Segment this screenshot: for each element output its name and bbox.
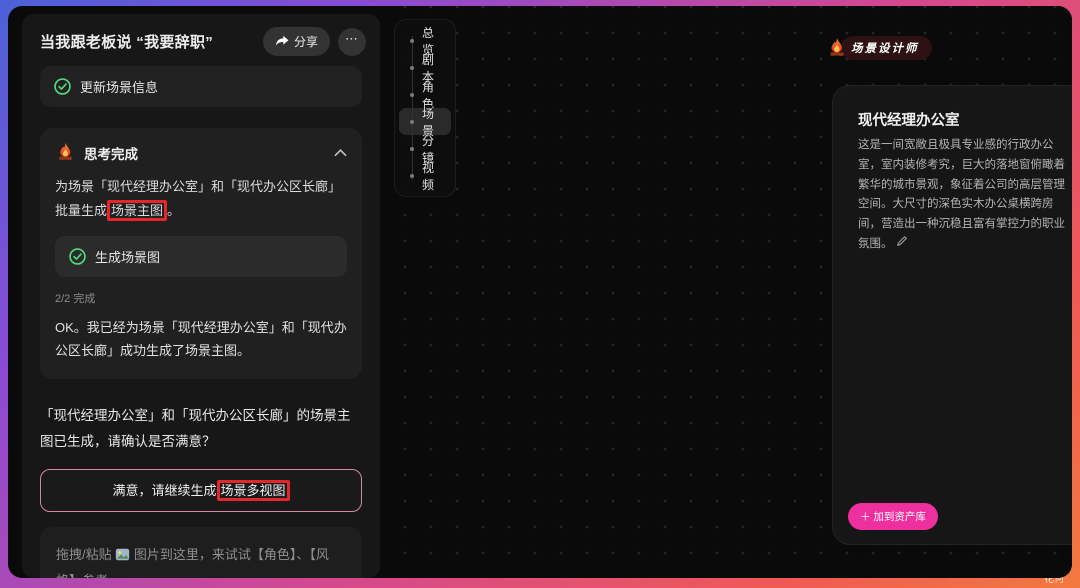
thinking-body: 为场景「现代经理办公室」和「现代办公区长廊」批量生成场景主图。 bbox=[55, 175, 347, 223]
section-nav: 总览 剧本 角色 场景 分镜 视频 bbox=[394, 19, 456, 197]
annotation-box-main: 场景主图 bbox=[107, 200, 167, 221]
check-circle-icon bbox=[69, 248, 86, 265]
chevron-up-icon[interactable] bbox=[334, 148, 347, 157]
thinking-card: 思考完成 为场景「现代经理办公室」和「现代办公区长廊」批量生成场景主图。 生成场… bbox=[40, 128, 362, 379]
thinking-header: 思考完成 bbox=[55, 142, 347, 163]
chat-title: 当我跟老板说 “我要辞职” bbox=[40, 31, 263, 52]
assistant-question: 「现代经理办公室」和「现代办公区长廊」的场景主图已生成，请确认是否满意？ bbox=[40, 403, 362, 456]
nav-dot bbox=[410, 147, 414, 151]
status-label: 更新场景信息 bbox=[80, 77, 158, 96]
nav-item-video[interactable]: 视频 bbox=[399, 162, 451, 189]
check-circle-icon bbox=[54, 78, 71, 95]
agent-badge: 场景设计师 bbox=[826, 36, 932, 60]
task-item[interactable]: 生成场景图 bbox=[55, 236, 347, 277]
scene-description: 这是一间宽敞且极具专业感的行政办公室，室内装修考究，巨大的落地窗俯瞰着繁华的城市… bbox=[858, 136, 1072, 255]
add-to-assets-button[interactable]: ＋ 加到资产库 bbox=[848, 503, 938, 530]
share-icon bbox=[275, 35, 289, 48]
app-window: 场景设计师 94 历史记录 · 3 现代经理办公室 这是一间宽敞且极具专业感的行… bbox=[8, 6, 1072, 578]
more-button[interactable]: ⋯ bbox=[338, 28, 366, 56]
workspace-canvas[interactable]: 场景设计师 94 历史记录 · 3 现代经理办公室 这是一间宽敞且极具专业感的行… bbox=[382, 6, 1072, 578]
edit-pencil-icon[interactable] bbox=[896, 235, 908, 247]
scene-title: 现代经理办公室 bbox=[858, 109, 960, 130]
thinking-result: OK。我已经为场景「现代经理办公室」和「现代办公区长廊」成功生成了场景主图。 bbox=[55, 316, 347, 363]
confirm-button[interactable]: 满意，请继续生成场景多视图 bbox=[40, 469, 362, 512]
scene-card: 历史记录 · 3 现代经理办公室 这是一间宽敞且极具专业感的行政办公室，室内装修… bbox=[832, 85, 1072, 545]
nav-dot bbox=[410, 66, 414, 70]
chat-body: 更新场景信息 思考完成 为场景「现代经理办公室」和「现代办公区长廊」批量生成场景… bbox=[22, 66, 380, 578]
input-placeholder: 拖拽/粘贴 bbox=[56, 547, 112, 562]
add-to-assets-label: ＋ 加到资产库 bbox=[860, 509, 926, 524]
nav-dot bbox=[410, 93, 414, 97]
nav-connector-line bbox=[412, 36, 413, 180]
chat-panel: 当我跟老板说 “我要辞职” 分享 ⋯ 更新场景信息 思考完成 bbox=[22, 14, 380, 578]
share-button[interactable]: 分享 bbox=[263, 27, 330, 56]
thinking-title: 思考完成 bbox=[84, 143, 326, 163]
image-icon bbox=[115, 548, 130, 561]
more-icon: ⋯ bbox=[345, 31, 359, 47]
nav-dot bbox=[410, 120, 414, 124]
nav-dot bbox=[410, 174, 414, 178]
nav-dot bbox=[410, 39, 414, 43]
chat-header: 当我跟老板说 “我要辞职” 分享 ⋯ bbox=[22, 14, 380, 66]
chat-input[interactable]: 拖拽/粘贴 图片到这里，来试试【角色】、【风格】参考 bbox=[40, 527, 362, 578]
nav-label: 视频 bbox=[422, 159, 443, 193]
agent-badge-label: 场景设计师 bbox=[841, 36, 932, 60]
status-message: 更新场景信息 bbox=[40, 66, 362, 107]
annotation-box-multiview: 场景多视图 bbox=[217, 480, 290, 501]
flame-icon bbox=[55, 142, 76, 163]
task-label: 生成场景图 bbox=[95, 247, 160, 266]
task-progress: 2/2 完成 bbox=[55, 290, 347, 306]
share-label: 分享 bbox=[294, 33, 318, 50]
flame-icon bbox=[826, 37, 848, 59]
